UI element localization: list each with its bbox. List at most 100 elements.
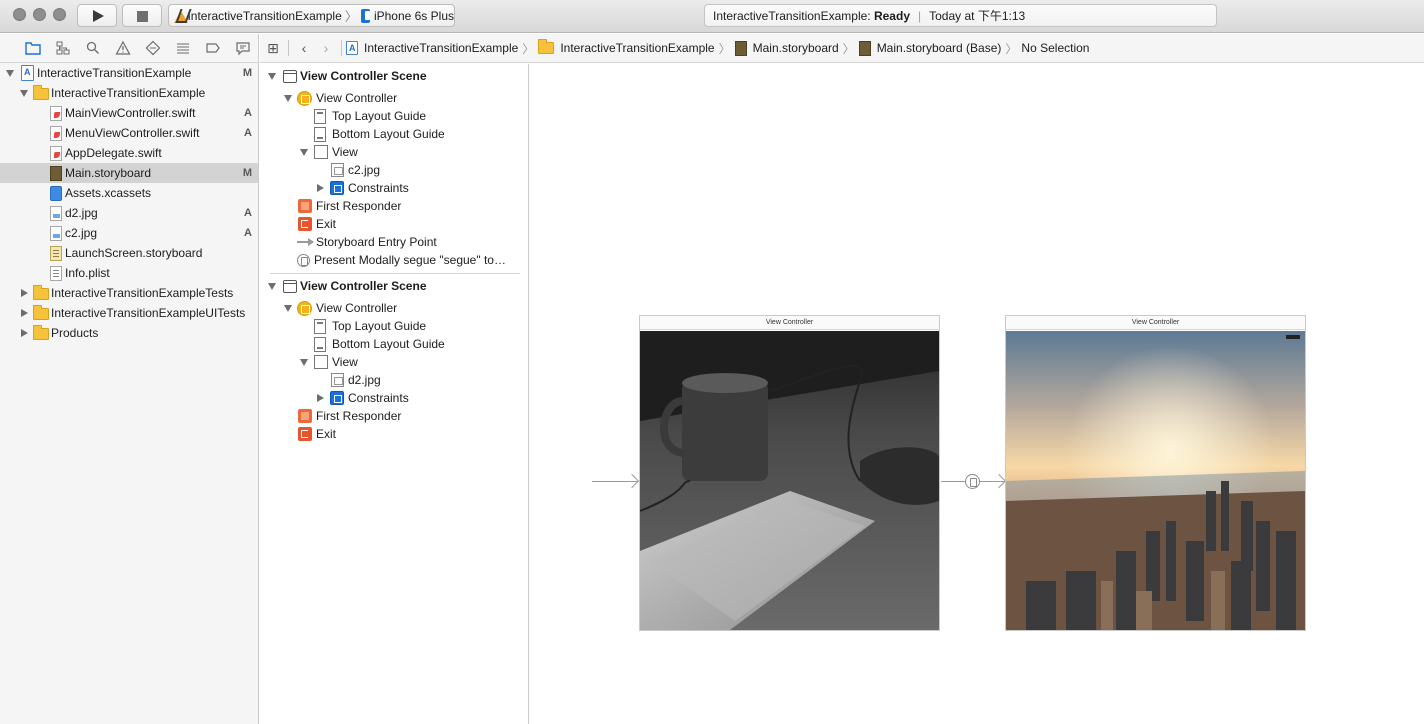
run-button[interactable] [77,4,117,27]
tree-row-file[interactable]: Assets.xcassets [0,183,258,203]
xcode-project-icon [21,65,34,81]
related-items-grid-icon[interactable]: ⊞ [262,40,284,57]
disclosure-open-icon[interactable] [6,70,14,77]
breadcrumb-label: Main.storyboard (Base) [876,41,1002,55]
tree-item-label: InteractiveTransitionExample [37,66,192,80]
tree-row-group[interactable]: InteractiveTransitionExampleUITests [0,303,258,323]
tree-row-file[interactable]: d2.jpg A [0,203,258,223]
outline-row[interactable]: View Controller [260,89,528,107]
chevron-right-icon: 〉 [718,41,731,56]
breadcrumb-selection[interactable]: No Selection [1021,41,1089,55]
scheme-selector[interactable]: InteractiveTransitionExample 〉 iPhone 6s… [168,4,455,27]
chevron-right-icon: 〉 [522,41,535,56]
scm-status: A [244,107,252,119]
tree-item-label: InteractiveTransitionExample [51,86,206,100]
tree-row-group[interactable]: InteractiveTransitionExampleTests [0,283,258,303]
scheme-target-label[interactable]: InteractiveTransitionExample [187,9,341,23]
disclosure-closed-icon[interactable] [21,329,28,337]
tree-row-file[interactable]: AppDelegate.swift [0,143,258,163]
outline-row[interactable]: Storyboard Entry Point [260,233,528,251]
device-label[interactable]: iPhone 6s Plus [374,9,454,23]
stop-button[interactable] [122,4,162,27]
zoom-window-button[interactable] [53,8,66,21]
c2-image-view[interactable] [640,331,939,630]
test-navigator-tab[interactable] [138,38,168,58]
tree-row-file[interactable]: LaunchScreen.storyboard [0,243,258,263]
breadcrumb-project[interactable]: InteractiveTransitionExample [346,41,518,55]
breadcrumb-label: InteractiveTransitionExample [364,41,519,55]
project-navigator-tab[interactable] [18,38,48,58]
tree-row-group[interactable]: InteractiveTransitionExample [0,83,258,103]
storyboard-file-icon [734,40,747,56]
outline-row[interactable]: Top Layout Guide [260,107,528,125]
scm-status: A [244,207,252,219]
status-time: Today at 下午1:13 [929,9,1026,23]
disclosure-open-icon[interactable] [268,73,276,80]
minimize-window-button[interactable] [33,8,46,21]
disclosure-closed-icon[interactable] [317,394,324,402]
outline-row[interactable]: Constraints [260,389,528,407]
outline-row[interactable]: Constraints [260,179,528,197]
folder-icon [538,39,555,54]
disclosure-open-icon[interactable] [20,90,28,97]
debug-navigator-tab[interactable] [168,38,198,58]
scm-status: A [244,227,252,239]
view-controller-scene-2[interactable]: View Controller [1005,315,1306,631]
outline-row[interactable]: Present Modally segue "segue" to… [260,251,528,269]
bottom-layout-guide-icon [314,337,326,352]
scene-separator [270,273,520,274]
forward-chevron-icon[interactable]: › [315,40,337,56]
outline-row[interactable]: View Controller [260,299,528,317]
outline-row[interactable]: First Responder [260,197,528,215]
outline-row[interactable]: d2.jpg [260,371,528,389]
find-navigator-tab[interactable] [78,38,108,58]
outline-row[interactable]: Bottom Layout Guide [260,125,528,143]
chevron-right-icon: 〉 [344,9,358,24]
tree-row-file[interactable]: c2.jpg A [0,223,258,243]
tree-row-group[interactable]: Products [0,323,258,343]
outline-row[interactable]: Bottom Layout Guide [260,335,528,353]
breakpoint-navigator-tab[interactable] [198,38,228,58]
outline-row[interactable]: c2.jpg [260,161,528,179]
outline-row[interactable]: Top Layout Guide [260,317,528,335]
disclosure-open-icon[interactable] [284,305,292,312]
breadcrumb-file[interactable]: Main.storyboard [734,40,839,56]
outline-row[interactable]: Exit [260,425,528,443]
segue-node-icon[interactable] [965,474,980,489]
outline-row[interactable]: First Responder [260,407,528,425]
view-controller-scene-1[interactable]: View Controller [639,315,940,631]
outline-row[interactable]: View [260,143,528,161]
tree-row-file-selected[interactable]: Main.storyboard M [0,163,258,183]
issue-navigator-tab[interactable] [108,38,138,58]
scene-title: View Controller Scene [300,279,427,293]
breadcrumb-localization[interactable]: Main.storyboard (Base) [858,40,1002,56]
d2-image-view[interactable] [1006,331,1305,630]
outline-label: Exit [316,217,337,231]
close-window-button[interactable] [13,8,26,21]
symbol-navigator-tab[interactable] [48,38,78,58]
outline-row[interactable]: Exit [260,215,528,233]
disclosure-open-icon[interactable] [268,283,276,290]
tree-row-file[interactable]: MainViewController.swift A [0,103,258,123]
breadcrumb-group[interactable]: InteractiveTransitionExample [538,39,715,55]
tree-row-project[interactable]: InteractiveTransitionExample M [0,63,258,83]
disclosure-open-icon[interactable] [300,149,308,156]
report-navigator-tab[interactable] [228,38,258,58]
scene-title: View Controller Scene [300,69,427,83]
tree-row-file[interactable]: Info.plist [0,263,258,283]
test-diamond-icon [145,40,161,56]
storyboard-canvas[interactable]: View Controller View Controller [530,64,1424,724]
constraints-icon [330,181,344,195]
disclosure-closed-icon[interactable] [21,289,28,297]
outline-row[interactable]: View [260,353,528,371]
disclosure-closed-icon[interactable] [21,309,28,317]
tree-row-file[interactable]: MenuViewController.swift A [0,123,258,143]
disclosure-closed-icon[interactable] [317,184,324,192]
outline-scene-row[interactable]: View Controller Scene [260,67,528,85]
xcode-project-icon [346,41,358,55]
back-chevron-icon[interactable]: ‹ [293,40,315,56]
outline-scene-row[interactable]: View Controller Scene [260,277,528,295]
disclosure-open-icon[interactable] [284,95,292,102]
asset-catalog-icon [50,186,62,201]
disclosure-open-icon[interactable] [300,359,308,366]
